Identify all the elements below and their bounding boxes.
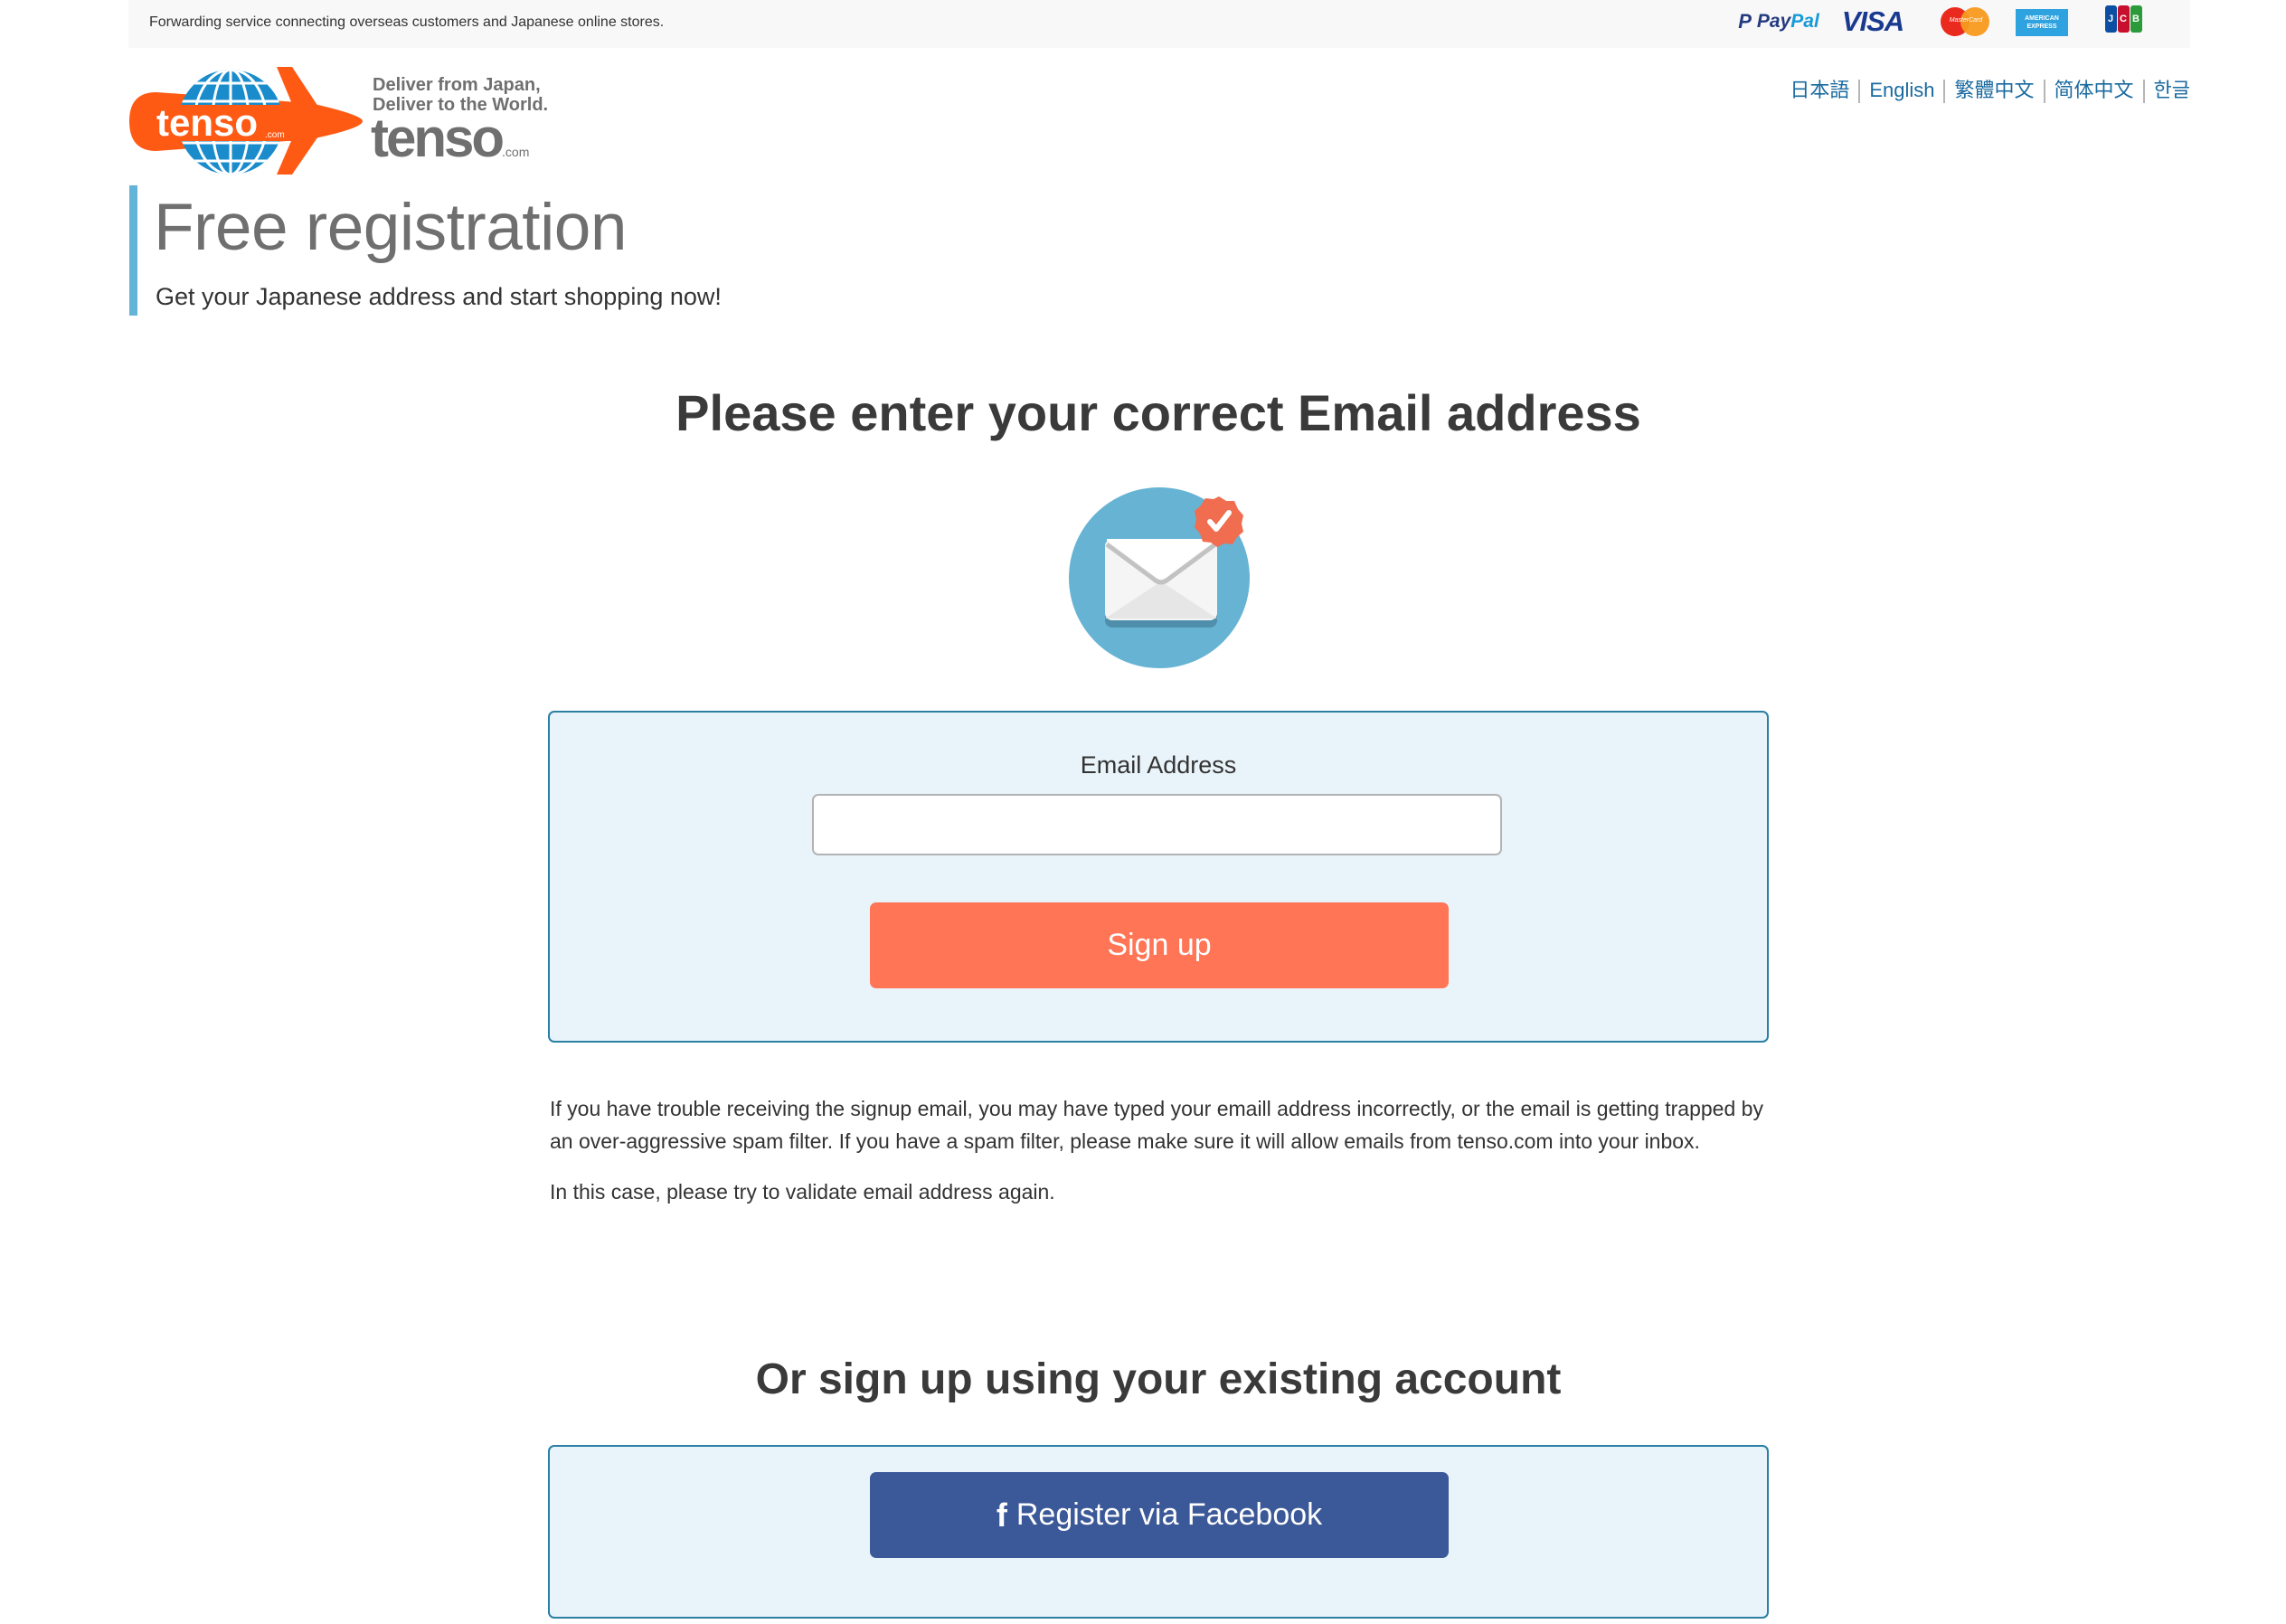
site-tagline: Forwarding service connecting overseas c… [149,14,665,30]
jcb-j: J [2104,5,2117,33]
lang-divider [2142,80,2145,104]
airplane-globe-logo-icon: tenso .com [129,67,363,175]
lang-link-traditional-chinese[interactable]: 繁體中文 [1954,79,2034,101]
tenso-logo[interactable]: tenso .com [129,65,364,178]
logo-tagline-line1: Deliver from Japan, [373,75,541,95]
jcb-logo-icon: JCB [2104,5,2142,33]
lang-link-korean[interactable]: 한글 [2154,79,2190,101]
facebook-icon: f [996,1496,1007,1534]
email-signup-form: Email Address Sign up [548,711,1769,1043]
logo-wordmark: tenso.com [371,107,529,169]
lang-link-english[interactable]: English [1869,79,1934,101]
help-paragraph-1: If you have trouble receiving the signup… [550,1097,1763,1153]
envelope-check-icon [1069,486,1259,676]
logo-wordmark-text: tenso [371,108,505,168]
amex-logo-icon: AMERICAN EXPRESS [2016,9,2068,36]
paypal-text-b: Pal [1790,11,1819,32]
lang-divider [2043,80,2045,104]
mastercard-logo-icon: MasterCard [1941,7,1991,36]
page-title: Free registration [154,191,628,264]
sign-up-button[interactable]: Sign up [870,902,1449,988]
jcb-b: B [2130,5,2142,33]
register-facebook-button[interactable]: f Register via Facebook [870,1472,1449,1558]
jcb-c: C [2117,5,2130,33]
mastercard-text: MasterCard [1949,17,1983,24]
page-subtitle: Get your Japanese address and start shop… [156,283,722,310]
visa-logo-icon: VISA [1836,5,1910,37]
language-switcher: 日本語 English 繁體中文 简体中文 한글 [1772,74,2190,104]
lang-link-simplified-chinese[interactable]: 简体中文 [2055,79,2134,101]
amex-text-1: AMERICAN [2025,15,2059,22]
paypal-mark: P [1738,10,1752,33]
title-accent-bar [129,185,137,316]
social-section-heading: Or sign up using your existing account [755,1355,1562,1403]
register-facebook-label: Register via Facebook [1015,1497,1323,1532]
top-bar: Forwarding service connecting overseas c… [128,0,2190,48]
logo-mark-text: tenso [156,101,258,144]
paypal-text-a: Pay [1756,11,1791,32]
email-field-label: Email Address [1080,751,1237,779]
lang-divider [1943,80,1946,104]
social-signup-panel: f Register via Facebook [548,1445,1769,1619]
amex-text-2: EXPRESS [2026,24,2057,30]
logo-mark-com: .com [265,130,285,140]
lang-link-japanese[interactable]: 日本語 [1790,79,1849,101]
help-text: If you have trouble receiving the signup… [550,1092,1771,1226]
email-section-heading: Please enter your correct Email address [675,384,1641,441]
lang-divider [1858,80,1861,104]
visa-text: VISA [1841,5,1904,37]
help-paragraph-2: In this case, please try to validate ema… [550,1180,1055,1204]
logo-wordmark-com: .com [502,145,530,159]
paypal-logo-icon: P Pay Pal [1733,7,1824,36]
email-field[interactable] [812,794,1502,855]
